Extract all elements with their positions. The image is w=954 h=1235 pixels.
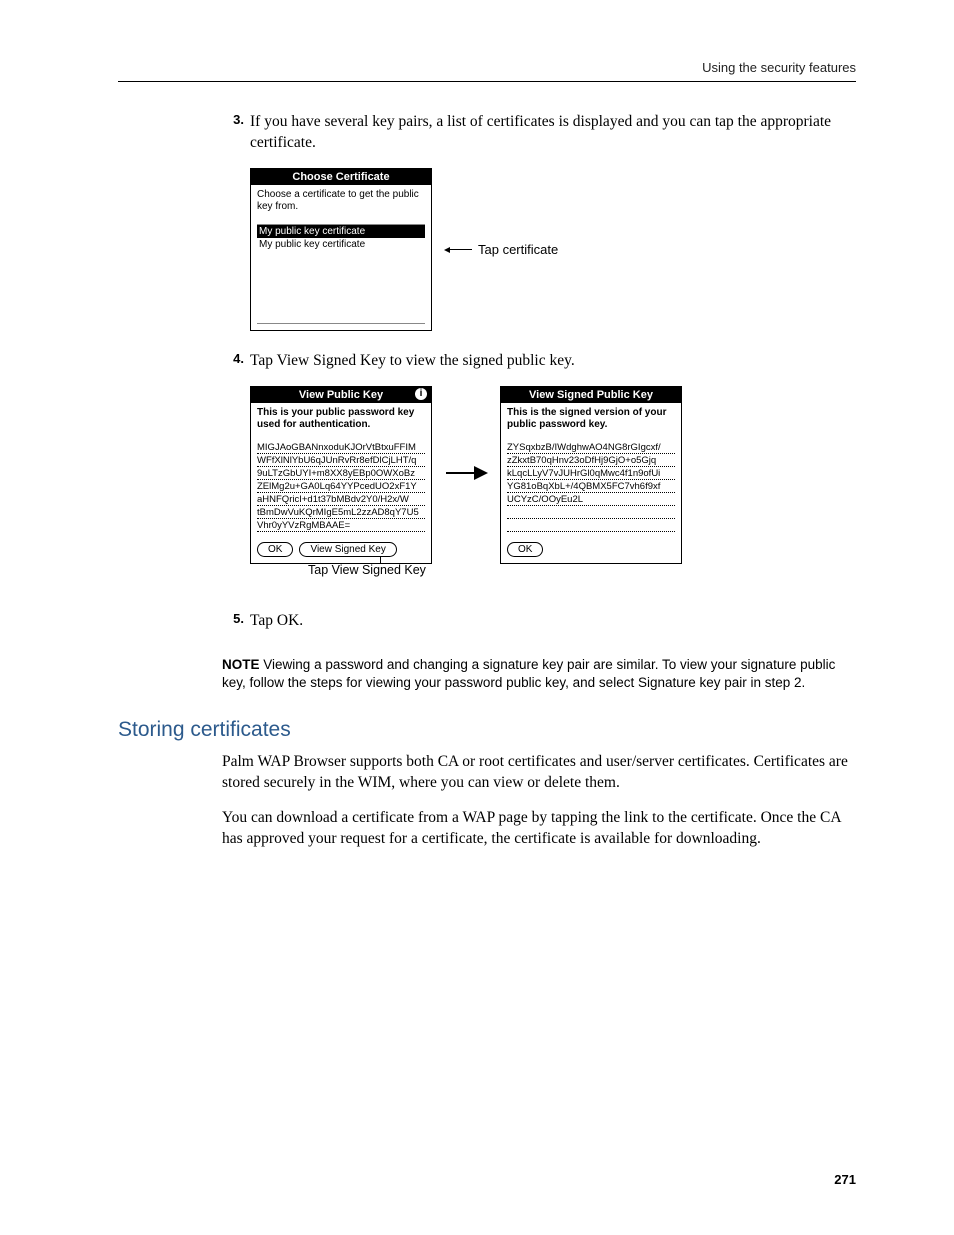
certificate-item-1[interactable]: My public key certificate xyxy=(257,225,425,238)
step-5-number: 5. xyxy=(222,611,250,632)
note-block: NOTE Viewing a password and changing a s… xyxy=(222,656,856,692)
palm-prompt-choose: Choose a certificate to get the public k… xyxy=(251,185,431,218)
step-3-text: If you have several key pairs, a list of… xyxy=(250,112,856,154)
keyline: zZkxtB70qHnv23oDfHj9GjO+o5Gjq xyxy=(507,455,675,467)
keyline: MIGJAoGBANnxoduKJOrVtBtxuFFIM xyxy=(257,442,425,454)
content-block: 3. If you have several key pairs, a list… xyxy=(222,112,856,850)
keyline: aHNFQricI+d1t37bMBdv2Y0/H2x/W xyxy=(257,494,425,506)
view-signed-key-button[interactable]: View Signed Key xyxy=(299,542,396,557)
page-number: 271 xyxy=(834,1172,856,1187)
public-key-lines: MIGJAoGBANnxoduKJOrVtBtxuFFIM WFfXlNlYbU… xyxy=(251,436,431,537)
note-label: NOTE xyxy=(222,657,260,672)
keyline: 9uLTzGbUYI+m8XX8yEBp0OWXoBz xyxy=(257,468,425,480)
keyline: kLqcLLyV7vJUHrGl0qMwc4f1n9ofUi xyxy=(507,468,675,480)
running-header: Using the security features xyxy=(118,60,856,75)
signed-key-lines: ZYSqxbzB/IWdghwAO4NG8rGIgcxf/ zZkxtB70qH… xyxy=(501,436,681,537)
palm-title-choose: Choose Certificate xyxy=(251,169,431,185)
keyline: Vhr0yYVzRgMBAAE= xyxy=(257,520,425,532)
callout-text: Tap certificate xyxy=(478,242,558,257)
palm-view-public-key: View Public Key i This is your public pa… xyxy=(250,386,432,564)
arrow-right-icon xyxy=(446,472,486,474)
step-5-text: Tap OK. xyxy=(250,611,303,632)
callout-line xyxy=(446,249,472,250)
keyline: ZElMg2u+GA0Lq64YYPcedUO2xF1Y xyxy=(257,481,425,493)
note-body: Viewing a password and changing a signat… xyxy=(222,657,835,690)
keyline-empty xyxy=(507,507,675,519)
section-p1: Palm WAP Browser supports both CA or roo… xyxy=(222,752,856,794)
figure-view-keys: View Public Key i This is your public pa… xyxy=(250,386,856,591)
certificate-item-2[interactable]: My public key certificate xyxy=(257,238,425,251)
step-3-number: 3. xyxy=(222,112,250,154)
ok-button[interactable]: OK xyxy=(507,542,543,557)
palm-btn-row-signed: OK xyxy=(501,537,681,563)
palm-title-public: View Public Key i xyxy=(251,387,431,403)
step-4: 4. Tap View Signed Key to view the signe… xyxy=(222,351,856,372)
certificate-list: My public key certificate My public key … xyxy=(257,224,425,324)
palm-title-public-text: View Public Key xyxy=(299,389,383,401)
keyline: tBmDwVuKQrMIgE5mL2zzAD8qY7U5 xyxy=(257,507,425,519)
ok-button[interactable]: OK xyxy=(257,542,293,557)
palm-title-signed: View Signed Public Key xyxy=(501,387,681,403)
caption-view-signed-key: Tap View Signed Key xyxy=(308,563,432,577)
heading-storing-certificates: Storing certificates xyxy=(118,718,856,742)
palm-choose-certificate: Choose Certificate Choose a certificate … xyxy=(250,168,432,331)
keyline-empty xyxy=(507,520,675,532)
step-5: 5. Tap OK. xyxy=(222,611,856,632)
figure-choose-certificate: Choose Certificate Choose a certificate … xyxy=(250,168,856,331)
keyline: UCYzC/OOyEu2L xyxy=(507,494,675,506)
palm-btn-row-public: OK View Signed Key xyxy=(251,537,431,563)
palm-prompt-public: This is your public password key used fo… xyxy=(251,403,431,436)
header-rule xyxy=(118,81,856,82)
palm-prompt-signed: This is the signed version of your publi… xyxy=(501,403,681,436)
callout-tap-certificate: Tap certificate xyxy=(446,242,558,257)
info-icon[interactable]: i xyxy=(415,388,427,400)
step-4-number: 4. xyxy=(222,351,250,372)
step-4-text: Tap View Signed Key to view the signed p… xyxy=(250,351,575,372)
step-3: 3. If you have several key pairs, a list… xyxy=(222,112,856,154)
palm-view-signed-public-key: View Signed Public Key This is the signe… xyxy=(500,386,682,564)
keyline: YG81oBqXbL+/4QBMX5FC7vh6f9xf xyxy=(507,481,675,493)
section-p2: You can download a certificate from a WA… xyxy=(222,808,856,850)
keyline: ZYSqxbzB/IWdghwAO4NG8rGIgcxf/ xyxy=(507,442,675,454)
keyline: WFfXlNlYbU6qJUnRvRr8efDlCjLHT/q xyxy=(257,455,425,467)
